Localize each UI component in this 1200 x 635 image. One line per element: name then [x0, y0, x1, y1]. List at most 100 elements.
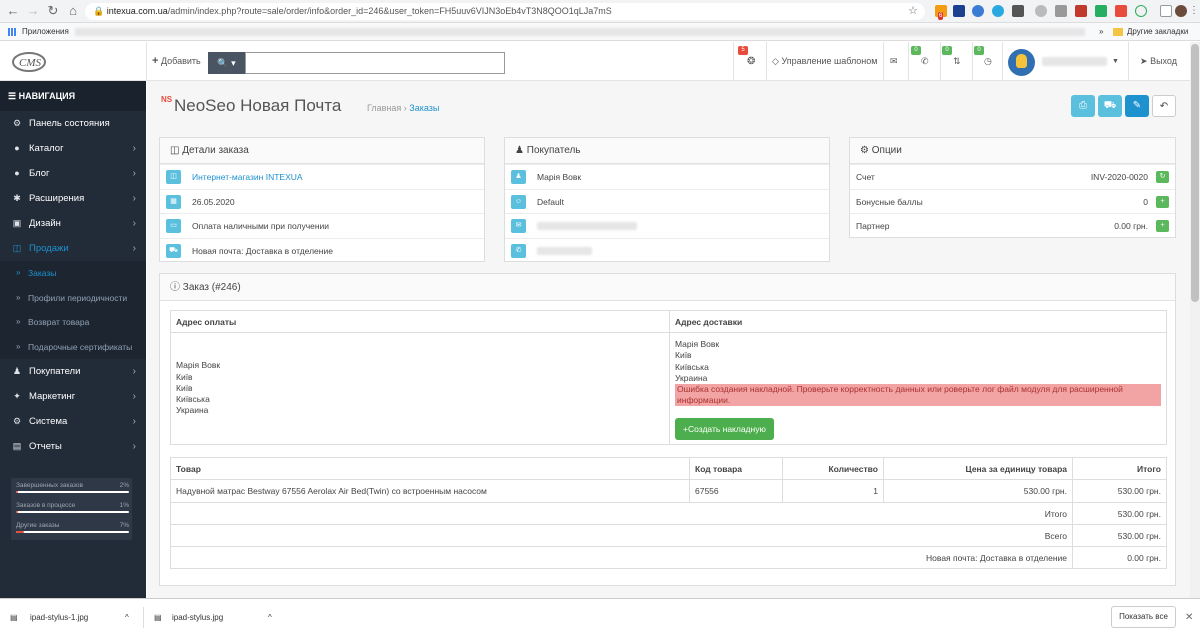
refresh-button[interactable]: ↻ [1156, 171, 1169, 183]
sidebar-subitem-orders[interactable]: » Заказы [0, 261, 146, 286]
svg-text:CMS: CMS [19, 57, 42, 69]
search-type-button[interactable]: 🔍 ▾ [208, 52, 245, 74]
sidebar-subitem-vouchers[interactable]: » Подарочные сертификаты [0, 334, 146, 359]
phone-icon[interactable]: ✆ [921, 42, 929, 81]
sidebar-item-system[interactable]: ⚙ Система › [0, 409, 146, 434]
menu-icon[interactable]: ⋮ [1186, 3, 1200, 19]
stat-fill [16, 531, 24, 533]
search-input[interactable] [245, 52, 505, 74]
reload-icon[interactable]: ↻ [45, 3, 61, 19]
products-table: Товар Код товара Количество Цена за един… [170, 457, 1167, 569]
scrollbar-thumb[interactable] [1191, 44, 1199, 302]
sidebar-item-sales[interactable]: ◫ Продажи › [0, 236, 146, 261]
breadcrumb: Главная › Заказы [367, 103, 440, 113]
col-product: Товар [170, 457, 690, 480]
show-all-button[interactable]: Показать все [1111, 606, 1176, 628]
sidebar-item-blog[interactable]: ● Блог › [0, 161, 146, 186]
bookmark-star-icon[interactable]: ☆ [905, 3, 921, 19]
sidebar-item-reports[interactable]: ▤ Отчеты › [0, 434, 146, 459]
sort-icon[interactable]: ⇅ [953, 42, 961, 81]
user-icon: ♟ [511, 170, 526, 184]
create-waybill-button[interactable]: +Создать накладную [675, 418, 774, 441]
store-link[interactable]: Интернет-магазин INTEXUA [192, 172, 303, 182]
sidebar-item-catalog[interactable]: ● Каталог › [0, 136, 146, 161]
home-icon[interactable]: ⌂ [65, 3, 81, 19]
user-icon: ♟ [515, 145, 524, 156]
close-icon[interactable]: ✕ [1185, 599, 1193, 635]
chevron-right-icon: › [132, 416, 136, 427]
stat-fill [16, 511, 19, 513]
print-invoice-button[interactable]: ⎙ [1071, 95, 1095, 117]
extension-icon[interactable] [1012, 5, 1024, 17]
email-blurred[interactable] [537, 222, 637, 230]
col-model: Код товара [689, 457, 783, 480]
sidebar-item-dashboard[interactable]: ⚙ Панель состояния [0, 111, 146, 136]
envelope-icon: ✉ [511, 219, 526, 233]
totals-row: Новая почта: Доставка в отделение 0.00 г… [170, 546, 1167, 569]
cast-icon[interactable] [1160, 5, 1172, 17]
extension-icon[interactable] [972, 5, 984, 17]
sidebar-item-extensions[interactable]: ✱ Расширения › [0, 186, 146, 211]
shipping-address: Марія Вовк Київ Київська Украина Ошибка … [669, 332, 1167, 445]
forward-icon[interactable]: → [25, 3, 41, 19]
customer-group-row: ☺ Default [505, 188, 829, 214]
sidebar-item-customers[interactable]: ♟ Покупатели › [0, 359, 146, 384]
stat-bar [16, 511, 129, 513]
bookmark-apps[interactable]: Приложения [22, 23, 69, 41]
date-row: ▦ 26.05.2020 [160, 188, 484, 214]
print-shipping-button[interactable]: ⛟ [1098, 95, 1122, 117]
edit-button[interactable]: ✎ [1125, 95, 1149, 117]
back-button[interactable]: ↶ [1152, 95, 1176, 117]
customer-name-row: ♟ Марія Вовк [505, 164, 829, 189]
sidebar-item-marketing[interactable]: ✦ Маркетинг › [0, 384, 146, 409]
customer-phone-row: ✆ [505, 237, 829, 263]
chevron-right-icon: › [132, 243, 136, 254]
stat-bar [16, 531, 129, 533]
extension-icon[interactable] [1115, 5, 1127, 17]
breadcrumb-home[interactable]: Главная [367, 103, 401, 113]
download-item-1[interactable]: ipad-stylus-1.jpg [30, 599, 88, 635]
user-avatar[interactable] [1008, 49, 1035, 76]
extension-icon[interactable] [1095, 5, 1107, 17]
user-icon: ♟ [12, 366, 22, 376]
add-button[interactable]: + Добавить [152, 42, 201, 81]
mail-icon[interactable]: ✉ [890, 42, 898, 81]
phone-blurred [537, 246, 592, 255]
extension-icon[interactable] [953, 5, 965, 17]
extension-icon[interactable] [992, 5, 1004, 17]
logout-button[interactable]: ➤ Выход [1140, 42, 1177, 81]
breadcrumb-orders[interactable]: Заказы [409, 103, 439, 113]
cms-logo[interactable]: CMS [0, 42, 147, 81]
download-item-2[interactable]: ipad-stylus.jpg [172, 599, 223, 635]
product-link[interactable]: Надувной матрас Bestway 67556 Aerolax Ai… [170, 479, 690, 503]
panel-heading: ♟ Покупатель [505, 138, 829, 164]
eraser-icon[interactable]: ❂ [747, 42, 755, 81]
back-icon[interactable]: ← [5, 3, 21, 19]
url-host: intexua.com.ua [106, 6, 168, 16]
extension-icon[interactable] [1135, 5, 1147, 17]
truck-icon: ⛟ [166, 243, 181, 258]
extension-icon[interactable] [1055, 5, 1067, 17]
add-commission-button[interactable]: + [1156, 220, 1169, 232]
username-blurred[interactable] [1042, 57, 1107, 66]
sidebar-item-design[interactable]: ▣ Дизайн › [0, 211, 146, 236]
more-bookmarks-icon[interactable]: » [1099, 23, 1103, 41]
sidebar-subitem-recurring[interactable]: » Профили периодичности [0, 285, 146, 310]
extension-icon[interactable] [1075, 5, 1087, 17]
chevron-up-icon[interactable]: ^ [268, 599, 272, 635]
chevron-up-icon[interactable]: ^ [125, 599, 129, 635]
bookmarks-bar: Приложения » Другие закладки [0, 23, 1200, 41]
clock-icon[interactable]: ◷ [984, 42, 992, 81]
template-button[interactable]: ◇ Управление шаблоном [772, 42, 877, 81]
add-label: Добавить [160, 56, 201, 66]
sidebar-subitem-returns[interactable]: » Возврат товара [0, 310, 146, 335]
col-total: Итого [1072, 457, 1167, 480]
phone-badge: 0 [942, 46, 952, 55]
shipping-header: Адрес доставки [669, 310, 1167, 333]
add-reward-button[interactable]: + [1156, 195, 1169, 208]
chevron-down-icon[interactable]: ▼ [1112, 42, 1119, 81]
extension-icon[interactable] [1035, 5, 1047, 17]
cog-icon: ⚙ [860, 145, 869, 156]
other-bookmarks[interactable]: Другие закладки [1127, 23, 1188, 41]
address-bar[interactable]: 🔒 intexua.com.ua/admin/index.php?route=s… [85, 3, 925, 20]
